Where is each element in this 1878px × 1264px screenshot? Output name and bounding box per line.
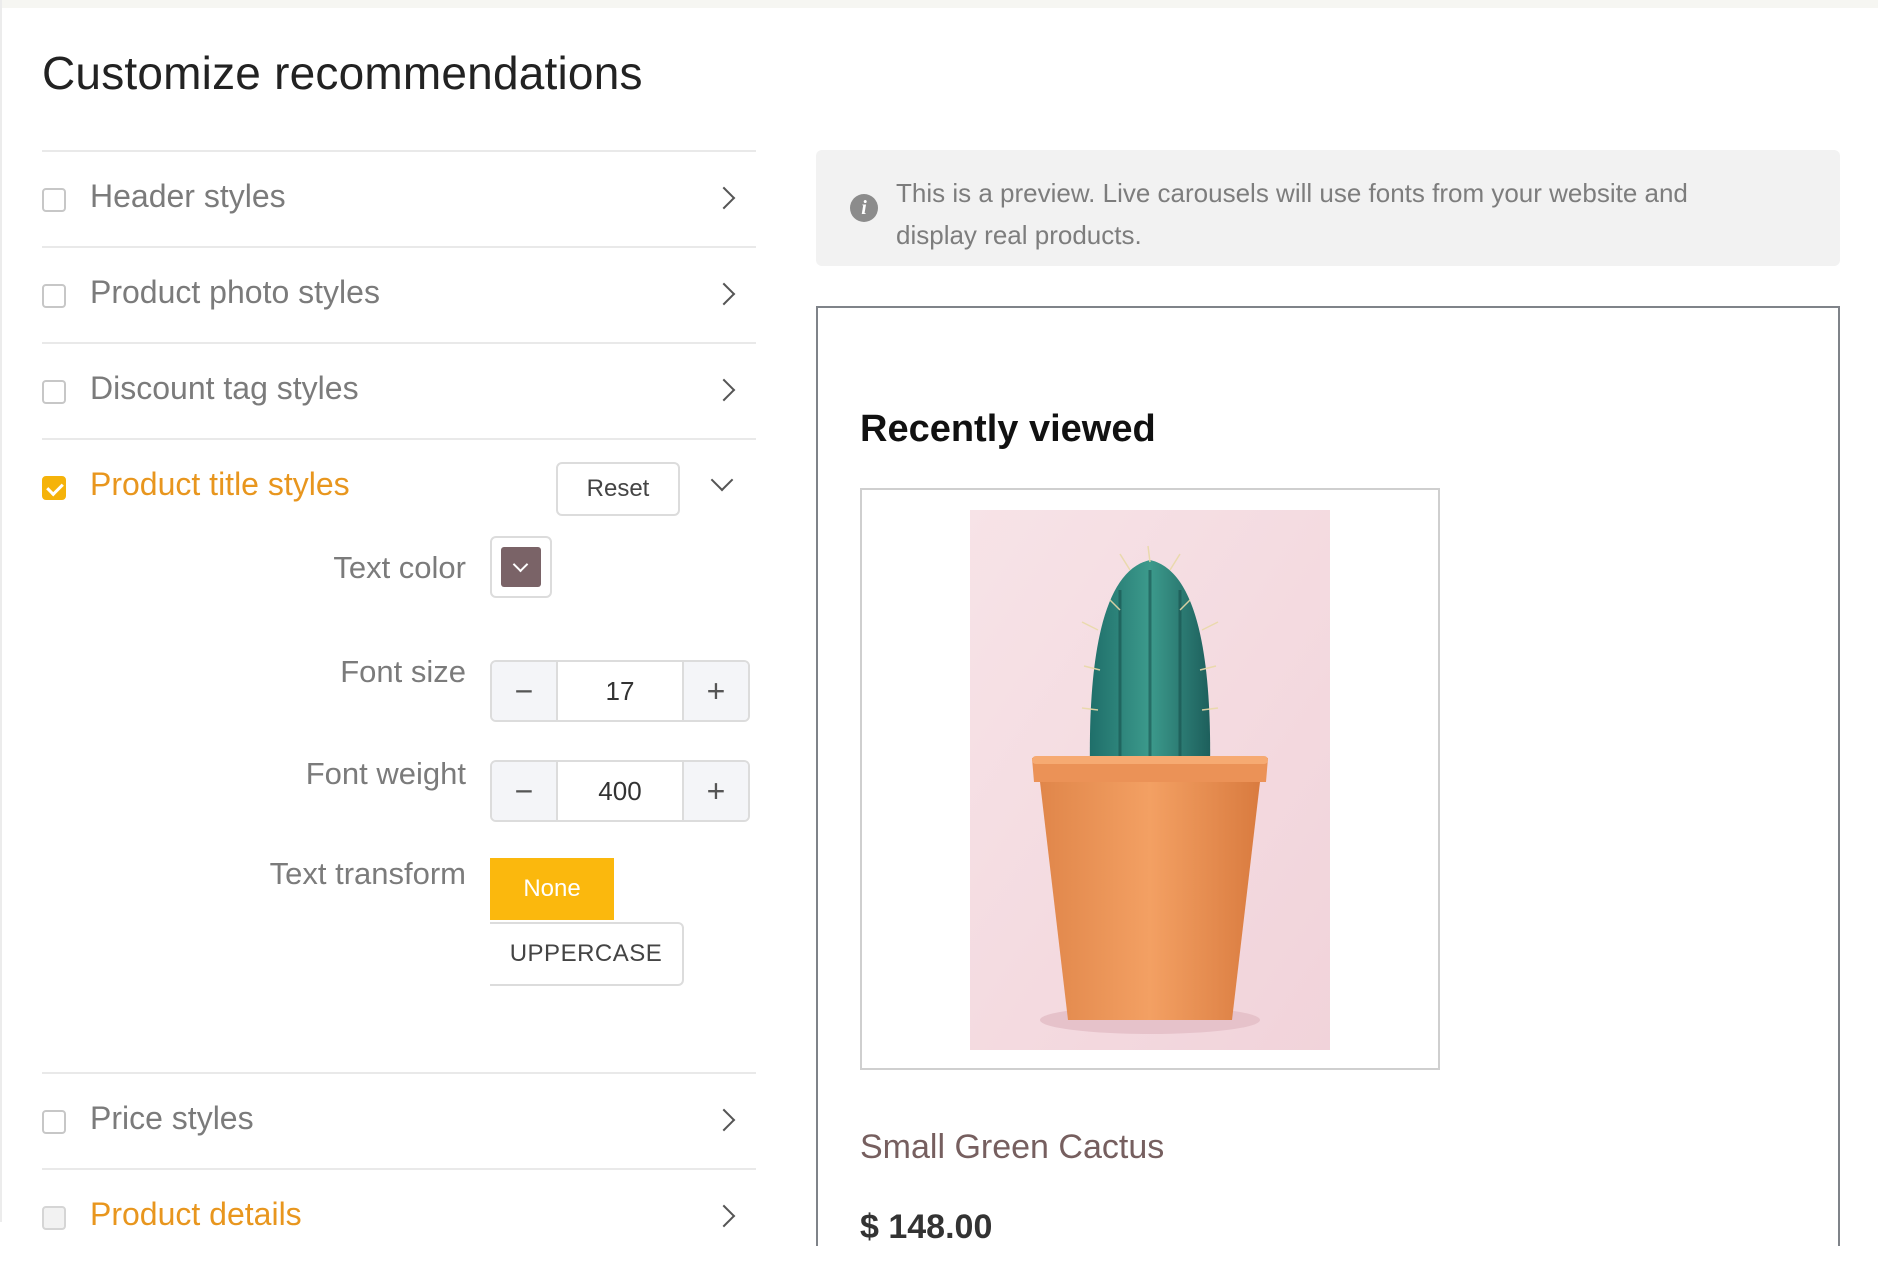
font-weight-increment-button[interactable]: + xyxy=(682,762,748,820)
chevron-right-icon[interactable] xyxy=(712,1108,736,1132)
product-price: $ 148.00 xyxy=(860,1208,993,1246)
product-title: Small Green Cactus xyxy=(860,1128,1165,1166)
header-styles-checkbox[interactable] xyxy=(42,188,66,212)
font-weight-stepper: − 400 + xyxy=(490,760,750,822)
chevron-right-icon[interactable] xyxy=(712,1204,736,1228)
product-title-settings: Text color Font size − 17 + Font weight … xyxy=(42,536,756,1076)
notice-text: This is a preview. Live carousels will u… xyxy=(896,178,1688,250)
font-weight-label: Font weight xyxy=(305,756,466,791)
chevron-right-icon[interactable] xyxy=(712,378,736,402)
page-title: Customize recommendations xyxy=(42,47,643,99)
section-product-title-styles[interactable]: Product title styles Reset xyxy=(42,438,756,534)
font-size-stepper: − 17 + xyxy=(490,660,750,722)
text-transform-none-option[interactable]: None xyxy=(490,858,614,920)
carousel-heading: Recently viewed xyxy=(860,408,1156,450)
carousel-preview: Recently viewed Small Green Cactus $ 148… xyxy=(816,306,1840,1246)
color-swatch xyxy=(501,547,541,587)
left-border xyxy=(0,0,2,1222)
cactus-image xyxy=(970,510,1330,1050)
chevron-down-icon[interactable] xyxy=(710,468,734,492)
product-title-styles-checkbox[interactable] xyxy=(42,476,66,500)
discount-tag-styles-checkbox[interactable] xyxy=(42,380,66,404)
reset-button[interactable]: Reset xyxy=(556,462,680,516)
text-color-picker[interactable] xyxy=(490,536,552,598)
text-transform-label: Text transform xyxy=(269,856,466,891)
section-label: Product title styles xyxy=(90,466,350,502)
chevron-down-icon xyxy=(512,556,529,573)
product-details-checkbox[interactable] xyxy=(42,1206,66,1230)
section-label: Discount tag styles xyxy=(90,370,359,406)
font-weight-input[interactable]: 400 xyxy=(558,762,682,820)
chevron-right-icon[interactable] xyxy=(712,282,736,306)
info-icon: i xyxy=(850,194,878,222)
top-border xyxy=(0,0,1878,8)
product-photo xyxy=(970,510,1330,1050)
section-discount-tag-styles[interactable]: Discount tag styles xyxy=(42,342,756,438)
price-styles-checkbox[interactable] xyxy=(42,1110,66,1134)
section-product-details[interactable]: Product details xyxy=(42,1168,756,1264)
section-label: Product details xyxy=(90,1196,302,1232)
section-label: Price styles xyxy=(90,1100,254,1136)
section-price-styles[interactable]: Price styles xyxy=(42,1072,756,1168)
product-photo-styles-checkbox[interactable] xyxy=(42,284,66,308)
font-size-input[interactable]: 17 xyxy=(558,662,682,720)
preview-notice: i This is a preview. Live carousels will… xyxy=(816,150,1840,266)
section-label: Product photo styles xyxy=(90,274,380,310)
font-size-increment-button[interactable]: + xyxy=(682,662,748,720)
font-size-label: Font size xyxy=(340,654,466,689)
style-sections: Header styles Product photo styles Disco… xyxy=(42,150,756,534)
style-sections-lower: Price styles Product details xyxy=(42,1072,756,1264)
section-header-styles[interactable]: Header styles xyxy=(42,150,756,246)
section-product-photo-styles[interactable]: Product photo styles xyxy=(42,246,756,342)
section-label: Header styles xyxy=(90,178,286,214)
text-transform-uppercase-option[interactable]: UPPERCASE xyxy=(490,922,684,986)
product-card[interactable] xyxy=(860,488,1440,1070)
chevron-right-icon[interactable] xyxy=(712,186,736,210)
text-color-label: Text color xyxy=(333,550,466,585)
font-size-decrement-button[interactable]: − xyxy=(492,662,558,720)
font-weight-decrement-button[interactable]: − xyxy=(492,762,558,820)
